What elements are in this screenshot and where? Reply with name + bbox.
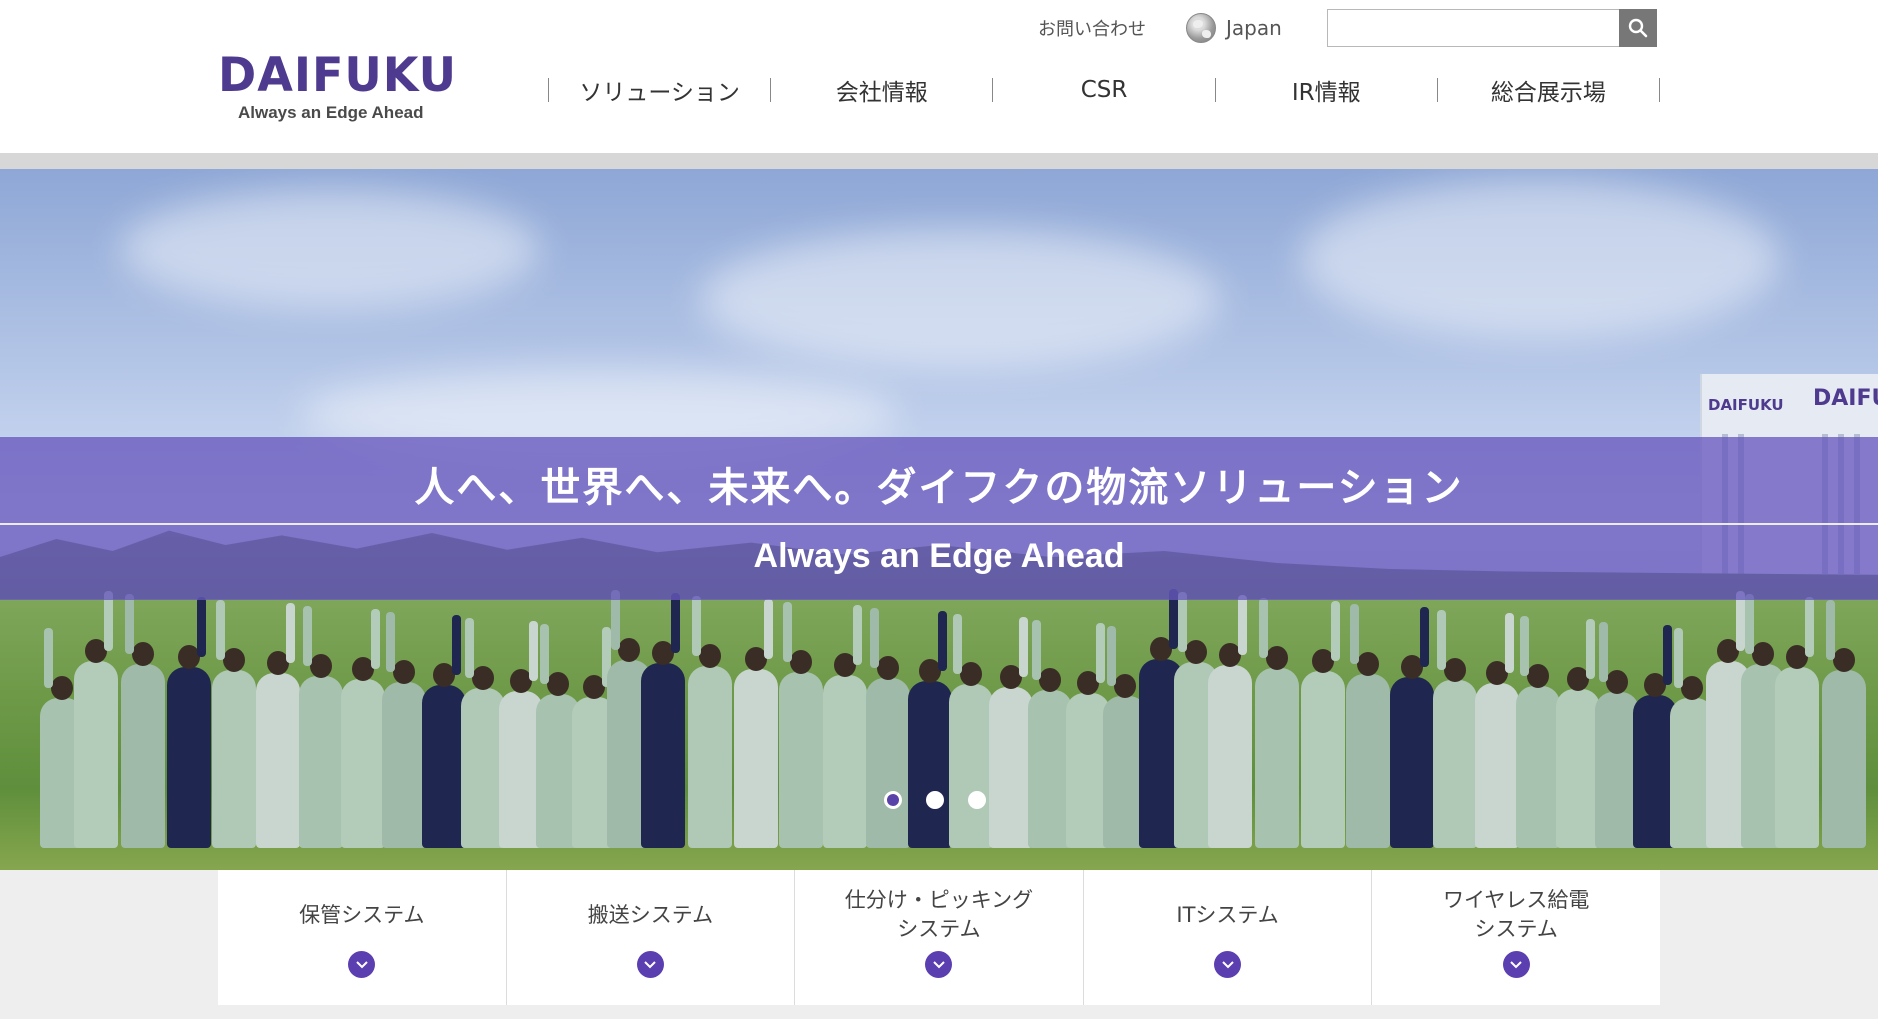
- hero-caption-band: 人へ、世界へ、未来へ。ダイフクの物流ソリューション Always an Edge…: [0, 437, 1878, 600]
- cloud: [1300, 179, 1780, 339]
- contact-link[interactable]: お問い合わせ: [1038, 10, 1146, 46]
- hero-subtitle: Always an Edge Ahead: [753, 537, 1125, 575]
- person: [1255, 598, 1299, 848]
- person: [688, 596, 732, 848]
- building-sign-large: DAIFUI: [1813, 386, 1878, 411]
- chevron-down-icon: [644, 960, 657, 968]
- category-label: ITシステム: [1176, 902, 1279, 927]
- person: [734, 599, 778, 848]
- person: [1475, 613, 1519, 848]
- building-sign-small: DAIFUKU: [1708, 396, 1784, 414]
- cloud: [120, 189, 540, 309]
- person: [1822, 600, 1866, 848]
- person: [1516, 616, 1560, 848]
- nav-item-solutions[interactable]: ソリューション: [548, 78, 770, 106]
- chevron-down-icon: [1510, 960, 1522, 968]
- expand-button[interactable]: [636, 951, 664, 978]
- search-input[interactable]: [1327, 9, 1619, 47]
- person: [641, 593, 685, 848]
- hero-slider[interactable]: DAIFUKU DAIFUI 人へ、世界へ、未来へ。ダイフクの物流ソリューション…: [0, 169, 1878, 870]
- chevron-down-icon: [933, 960, 945, 968]
- person: [1775, 597, 1819, 848]
- category-label: 保管システム: [299, 902, 425, 927]
- person: [1208, 595, 1252, 848]
- person: [1301, 601, 1345, 848]
- person: [422, 615, 466, 848]
- person: [949, 614, 993, 848]
- language-selector[interactable]: Japan: [1186, 10, 1282, 46]
- global-nav: ソリューション 会社情報 CSR IR情報 総合展示場: [548, 72, 1661, 108]
- expand-button[interactable]: [925, 951, 953, 978]
- category-transport[interactable]: 搬送システム: [505, 870, 795, 1005]
- slide-dot[interactable]: [884, 791, 902, 809]
- person: [299, 606, 343, 848]
- person: [1433, 610, 1477, 848]
- slide-dot[interactable]: [968, 791, 986, 809]
- person: [212, 600, 256, 848]
- expand-button[interactable]: [348, 951, 376, 978]
- expand-button[interactable]: [1502, 951, 1530, 978]
- category-it[interactable]: ITシステム: [1082, 870, 1372, 1005]
- category-label: 仕分け・ピッキング システム: [844, 888, 1034, 941]
- header-divider: [0, 153, 1878, 169]
- nav-item-showroom[interactable]: 総合展示場: [1436, 78, 1661, 106]
- person: [74, 591, 118, 848]
- expand-button[interactable]: [1214, 951, 1242, 978]
- category-storage[interactable]: 保管システム: [218, 870, 506, 1005]
- logo-tagline: Always an Edge Ahead: [238, 103, 424, 122]
- person: [908, 611, 952, 848]
- daifuku-logo[interactable]: DAIFUKU Always an Edge Ahead: [218, 48, 458, 123]
- chevron-down-icon: [1221, 960, 1234, 968]
- globe-icon: [1186, 13, 1216, 43]
- language-label: Japan: [1226, 16, 1282, 40]
- cloud: [700, 229, 1220, 369]
- person: [167, 597, 211, 848]
- person: [121, 594, 165, 848]
- category-wireless-power[interactable]: ワイヤレス給電 システム: [1371, 870, 1660, 1005]
- site-header: DAIFUKU Always an Edge Ahead お問い合わせ Japa…: [0, 0, 1878, 153]
- employee-group-photo: [40, 589, 1878, 870]
- search-button[interactable]: [1619, 9, 1657, 47]
- logo-wordmark: DAIFUKU: [218, 48, 458, 103]
- person: [1556, 619, 1600, 848]
- person: [382, 612, 426, 848]
- slide-dot[interactable]: [926, 791, 944, 809]
- person: [823, 605, 867, 848]
- site-search: [1327, 9, 1657, 47]
- nav-item-ir[interactable]: IR情報: [1214, 78, 1437, 106]
- caption-divider: [0, 523, 1878, 525]
- category-label: ワイヤレス給電 システム: [1442, 888, 1590, 941]
- solution-categories: 保管システム 搬送システム 仕分け・ピッキング システム ITシステム ワイヤレ…: [218, 870, 1660, 1005]
- nav-item-company[interactable]: 会社情報: [770, 78, 992, 106]
- chevron-down-icon: [356, 960, 368, 968]
- category-label: 搬送システム: [587, 902, 714, 927]
- nav-item-csr[interactable]: CSR: [992, 77, 1214, 103]
- person: [989, 617, 1033, 848]
- person: [1346, 604, 1390, 848]
- person: [1390, 607, 1434, 848]
- person: [256, 603, 300, 848]
- slider-pagination: [884, 791, 986, 809]
- hero-title: 人へ、世界へ、未来へ。ダイフクの物流ソリューション: [414, 465, 1464, 511]
- search-icon: [1628, 18, 1648, 38]
- person: [866, 608, 910, 848]
- category-sorting-picking[interactable]: 仕分け・ピッキング システム: [794, 870, 1083, 1005]
- person: [779, 602, 823, 848]
- person: [341, 609, 385, 848]
